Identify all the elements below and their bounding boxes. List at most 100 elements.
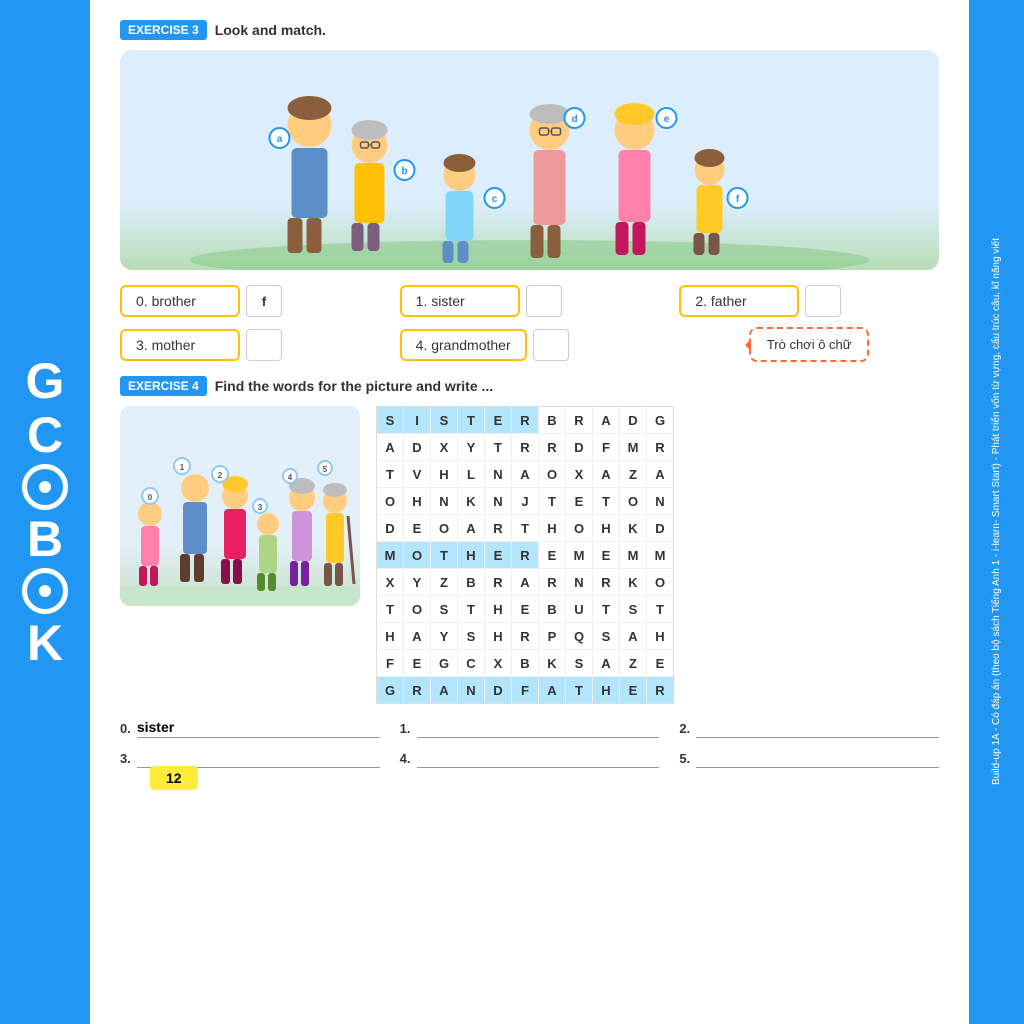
family-svg: a b c (120, 50, 939, 270)
match-item-3: 3. mother (120, 327, 380, 362)
exercise3-label: EXERCISE 3 (120, 20, 207, 40)
svg-text:d: d (571, 114, 577, 125)
grid-cell: H (377, 623, 403, 649)
grid-cell: F (512, 677, 538, 703)
grid-cell: T (485, 434, 511, 460)
answer-line-3[interactable] (137, 748, 380, 768)
grid-cell: X (485, 650, 511, 676)
grid-cell: D (485, 677, 511, 703)
grid-cell: A (377, 434, 403, 460)
exercise3-header: EXERCISE 3 Look and match. (120, 20, 939, 40)
grid-cell: B (539, 407, 565, 433)
grid-cell: C (458, 650, 484, 676)
match-item-2: 2. father (679, 285, 939, 317)
grid-cell: E (539, 542, 565, 568)
grid-cell: T (647, 596, 673, 622)
grid-cell: O (377, 488, 403, 514)
match-answer-3[interactable] (246, 329, 282, 361)
match-answer-4[interactable] (533, 329, 569, 361)
match-item-1: 1. sister (400, 285, 660, 317)
grid-cell: T (431, 542, 457, 568)
grid-cell: A (593, 650, 619, 676)
grid-cell: D (566, 434, 592, 460)
svg-text:3: 3 (258, 503, 263, 512)
logo-b: B (27, 514, 63, 564)
grid-cell: T (593, 596, 619, 622)
tooltip-bubble: Trò chơi ô chữ (749, 327, 870, 362)
main-content: EXERCISE 3 Look and match. a (90, 0, 969, 1024)
grid-cell: H (485, 596, 511, 622)
grid-cell: A (593, 461, 619, 487)
grid-cell: X (377, 569, 403, 595)
grid-cell: J (512, 488, 538, 514)
grid-cell: E (404, 515, 430, 541)
small-family-image: 0 1 2 (120, 406, 360, 606)
grid-cell: A (647, 461, 673, 487)
exercise4-label: EXERCISE 4 (120, 376, 207, 396)
grid-cell: N (431, 488, 457, 514)
grid-cell: E (593, 542, 619, 568)
match-item-4: 4. grandmother (400, 327, 660, 362)
grid-cell: P (539, 623, 565, 649)
grid-cell: N (485, 488, 511, 514)
logo-circle2 (22, 568, 68, 614)
svg-text:0: 0 (148, 493, 153, 502)
grid-cell: D (620, 407, 646, 433)
right-sidebar: Build-up 1A - Có đáp án (theo bộ sách Ti… (969, 0, 1024, 1024)
grid-cell: R (404, 677, 430, 703)
grid-cell: H (458, 542, 484, 568)
grid-cell: K (458, 488, 484, 514)
grid-cell: A (512, 569, 538, 595)
grid-cell: H (593, 677, 619, 703)
answer-num-3: 3. (120, 751, 131, 766)
logo-g: G (26, 356, 65, 406)
answer-line-2[interactable] (696, 718, 939, 738)
grid-cell: F (593, 434, 619, 460)
answer-line-0[interactable]: sister (137, 718, 380, 738)
grid-cell: V (404, 461, 430, 487)
grid-cell: Y (458, 434, 484, 460)
grid-cell: Z (620, 461, 646, 487)
grid-cell: M (620, 542, 646, 568)
grid-cell: T (512, 515, 538, 541)
grid-cell: Y (431, 623, 457, 649)
answer-num-5: 5. (679, 751, 690, 766)
logo-k: K (27, 618, 63, 668)
grid-cell: R (566, 407, 592, 433)
svg-text:4: 4 (288, 473, 293, 482)
grid-cell: Z (620, 650, 646, 676)
grid-cell: X (566, 461, 592, 487)
grid-cell: A (620, 623, 646, 649)
match-answer-1[interactable] (526, 285, 562, 317)
word-search-grid: SISTERBRADGADXYTRRDFMRTVHLNAOXAZAOHNKNJT… (376, 406, 674, 704)
grid-cell: T (377, 461, 403, 487)
answer-line-4[interactable] (417, 748, 660, 768)
grid-cell: E (620, 677, 646, 703)
exercise4-content: 0 1 2 (120, 406, 939, 704)
match-answer-2[interactable] (805, 285, 841, 317)
grid-cell: R (539, 434, 565, 460)
grid-cell: R (512, 542, 538, 568)
svg-text:a: a (277, 134, 283, 145)
answer-item-0: 0. sister (120, 718, 380, 738)
tooltip-text: Trò chơi ô chữ (767, 337, 852, 352)
grid-cell: R (647, 677, 673, 703)
grid-cell: G (647, 407, 673, 433)
svg-text:c: c (492, 194, 498, 205)
grid-cell: Z (431, 569, 457, 595)
svg-text:1: 1 (180, 463, 185, 472)
answer-num-4: 4. (400, 751, 411, 766)
grid-cell: R (647, 434, 673, 460)
grid-cell: F (377, 650, 403, 676)
answer-line-1[interactable] (417, 718, 660, 738)
grid-cell: S (377, 407, 403, 433)
logo-dot2 (39, 585, 51, 597)
page-number: 12 (150, 766, 198, 790)
grid-cell: D (647, 515, 673, 541)
match-answer-0[interactable]: f (246, 285, 282, 317)
answer-line-5[interactable] (696, 748, 939, 768)
grid-cell: D (404, 434, 430, 460)
match-word-4: 4. grandmother (400, 329, 527, 361)
answer-item-3: 3. (120, 748, 380, 768)
exercise4-header: EXERCISE 4 Find the words for the pictur… (120, 376, 939, 396)
